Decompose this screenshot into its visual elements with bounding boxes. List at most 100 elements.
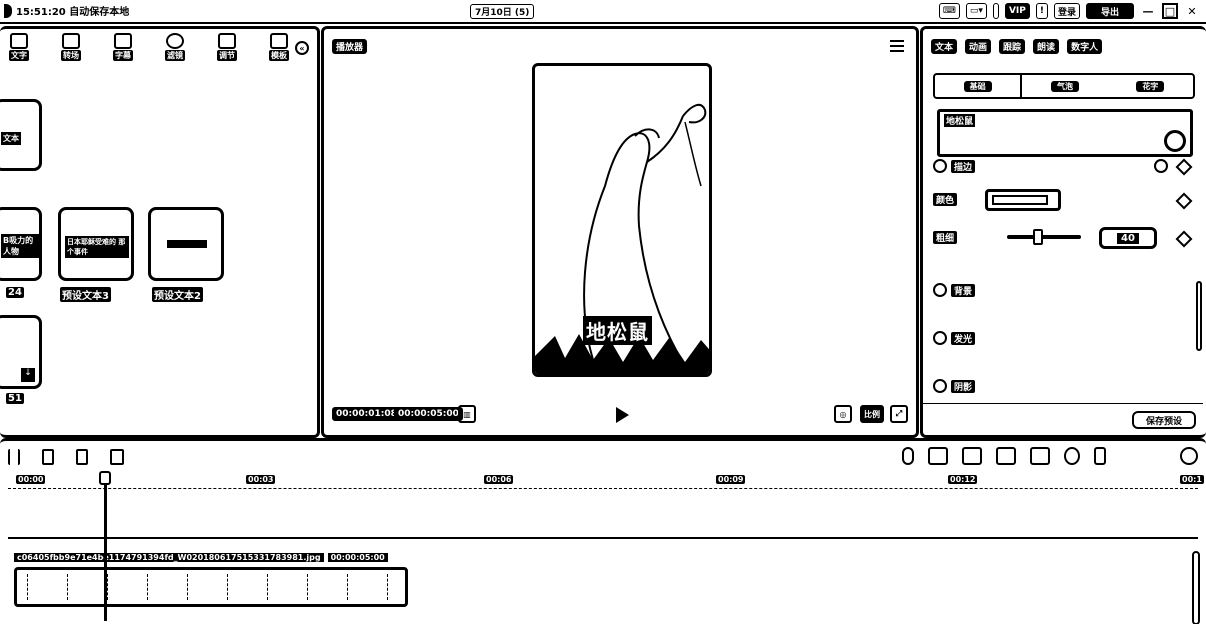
layout-icon[interactable]: ▭▾: [965, 3, 987, 19]
minimize-icon[interactable]: —: [1140, 3, 1156, 19]
glow-toggle[interactable]: [933, 331, 947, 345]
player-panel: 播放器 地松鼠 00:00:01:08 00:00:05:00 ▥ ◎ 比例 ⤢: [321, 26, 919, 438]
link-icon[interactable]: [996, 447, 1016, 465]
divider: [923, 403, 1203, 404]
split-right-icon[interactable]: [76, 449, 88, 465]
media-panel: 文字 转场 字幕 滤镜 调节 模板 « 文本 B吸力的 人物 24 日本耶稣受难…: [0, 26, 320, 438]
collapse-icon[interactable]: «: [295, 41, 309, 55]
tick-label: 00:09: [716, 475, 746, 484]
text-icon: [10, 33, 28, 49]
tab-read-aloud[interactable]: 朗读: [1033, 39, 1060, 54]
video-clip[interactable]: [14, 567, 408, 607]
keyframe-icon[interactable]: [1175, 158, 1193, 176]
tab-filter[interactable]: 滤镜: [160, 33, 190, 61]
sub-tab-basic[interactable]: 基础: [935, 75, 1023, 97]
login-button[interactable]: 登录: [1053, 3, 1080, 19]
stroke-label: 描边: [951, 159, 976, 173]
download-icon[interactable]: ↓: [21, 368, 35, 382]
video-title-text: 地松鼠: [583, 316, 652, 345]
reset-icon[interactable]: [1154, 159, 1168, 173]
preset-card-4[interactable]: [148, 207, 224, 281]
sub-tab-bubble[interactable]: 气泡: [1022, 75, 1107, 97]
tick-label: 00:00: [16, 475, 46, 484]
maximize-icon[interactable]: □: [1162, 3, 1178, 19]
color-picker[interactable]: [985, 189, 1061, 211]
split-icon[interactable]: [42, 449, 54, 465]
thickness-input[interactable]: 40: [1099, 227, 1157, 249]
tab-tracking[interactable]: 跟踪: [999, 39, 1026, 54]
clip-frame: [147, 574, 177, 600]
delete-icon[interactable]: [110, 449, 124, 465]
zoom-in-icon[interactable]: [1094, 447, 1106, 465]
grid-icon[interactable]: ▥: [458, 405, 476, 423]
clip-duration: 00:00:05:00: [327, 553, 388, 562]
preset-card-5[interactable]: ↓: [0, 315, 42, 389]
info-icon[interactable]: !: [1035, 3, 1048, 19]
sub-tab-label: 花字: [1136, 80, 1165, 92]
save-preset-button[interactable]: 保存预设: [1132, 411, 1196, 429]
close-icon[interactable]: ✕: [1184, 3, 1200, 19]
vip-button[interactable]: VIP: [1004, 3, 1030, 19]
tab-animation[interactable]: 动画: [965, 39, 992, 54]
card-text: 文本: [1, 132, 21, 145]
stroke-toggle[interactable]: [933, 159, 947, 173]
timeline-scrollbar[interactable]: [1192, 551, 1200, 624]
adjust-icon: [218, 33, 236, 49]
microphone-icon[interactable]: [902, 447, 914, 465]
menu-icon[interactable]: [4, 3, 12, 18]
ratio-button[interactable]: 比例: [860, 405, 884, 423]
card-text: [167, 240, 207, 248]
keyframe-icon[interactable]: [1175, 192, 1193, 210]
filter-icon: [166, 33, 184, 49]
text-value: 地松鼠: [944, 114, 976, 127]
thickness-value: 40: [1117, 232, 1139, 244]
inspector-scrollbar[interactable]: [1196, 281, 1202, 351]
emoji-icon[interactable]: [1164, 130, 1186, 152]
settings-icon[interactable]: [1180, 447, 1198, 465]
tab-text[interactable]: 文本: [931, 39, 958, 54]
time-ruler[interactable]: 00:00 00:03 00:06 00:09 00:12 00:1: [8, 475, 1204, 489]
tab-subtitle[interactable]: 字幕: [108, 33, 138, 61]
title-actions: ⌨ ▭▾ VIP ! 登录 导出 — □ ✕: [938, 3, 1200, 19]
track-divider: [8, 537, 1198, 539]
glow-row: 发光: [933, 331, 976, 345]
video-preview[interactable]: 地松鼠: [532, 63, 712, 377]
project-name[interactable]: 7月10日 (5): [470, 4, 535, 19]
align-icon[interactable]: [1030, 447, 1050, 465]
player-title: 播放器: [332, 39, 368, 54]
card-label: 24: [6, 287, 24, 298]
inspector-tabs: 文本 动画 跟踪 朗读 数字人: [931, 39, 1103, 54]
sub-tab-fancy[interactable]: 花字: [1108, 75, 1193, 97]
keyboard-icon[interactable]: ⌨: [938, 3, 960, 19]
shadow-toggle[interactable]: [933, 379, 947, 393]
playhead-handle[interactable]: [99, 471, 111, 485]
card-text: 日本耶稣受难的 那个事件: [65, 236, 129, 258]
tab-digital-human[interactable]: 数字人: [1067, 39, 1103, 54]
keyframe-icon[interactable]: [1175, 230, 1193, 248]
color-row: 颜色: [933, 193, 958, 206]
tab-text[interactable]: 文字: [4, 33, 34, 61]
preset-card-3[interactable]: 日本耶稣受难的 那个事件: [58, 207, 134, 281]
zoom-out-icon[interactable]: [1064, 447, 1080, 465]
preset-card-1[interactable]: 文本: [0, 99, 42, 171]
play-icon[interactable]: [616, 407, 629, 423]
preview-axis-icon[interactable]: [928, 447, 948, 465]
tab-transition[interactable]: 转场: [56, 33, 86, 61]
playhead[interactable]: [104, 471, 107, 621]
color-label: 颜色: [933, 193, 958, 206]
background-toggle[interactable]: [933, 283, 947, 297]
text-input[interactable]: 地松鼠: [937, 109, 1193, 157]
title-bar: 15:51:20 自动保存本地 7月10日 (5) ⌨ ▭▾ VIP ! 登录 …: [0, 0, 1206, 24]
fullscreen-icon[interactable]: ⤢: [890, 405, 908, 423]
slider-handle[interactable]: [1033, 229, 1043, 245]
magnet-icon[interactable]: [962, 447, 982, 465]
export-button[interactable]: 导出: [1086, 3, 1134, 19]
screenshot-icon[interactable]: ◎: [834, 405, 852, 423]
menu-icon[interactable]: [890, 37, 904, 53]
thickness-slider[interactable]: [1007, 235, 1081, 239]
preset-card-2[interactable]: B吸力的 人物: [0, 207, 42, 281]
select-icon[interactable]: [8, 449, 20, 465]
tab-template[interactable]: 模板: [264, 33, 294, 61]
tab-adjust[interactable]: 调节: [212, 33, 242, 61]
tab-label: 滤镜: [165, 50, 185, 61]
